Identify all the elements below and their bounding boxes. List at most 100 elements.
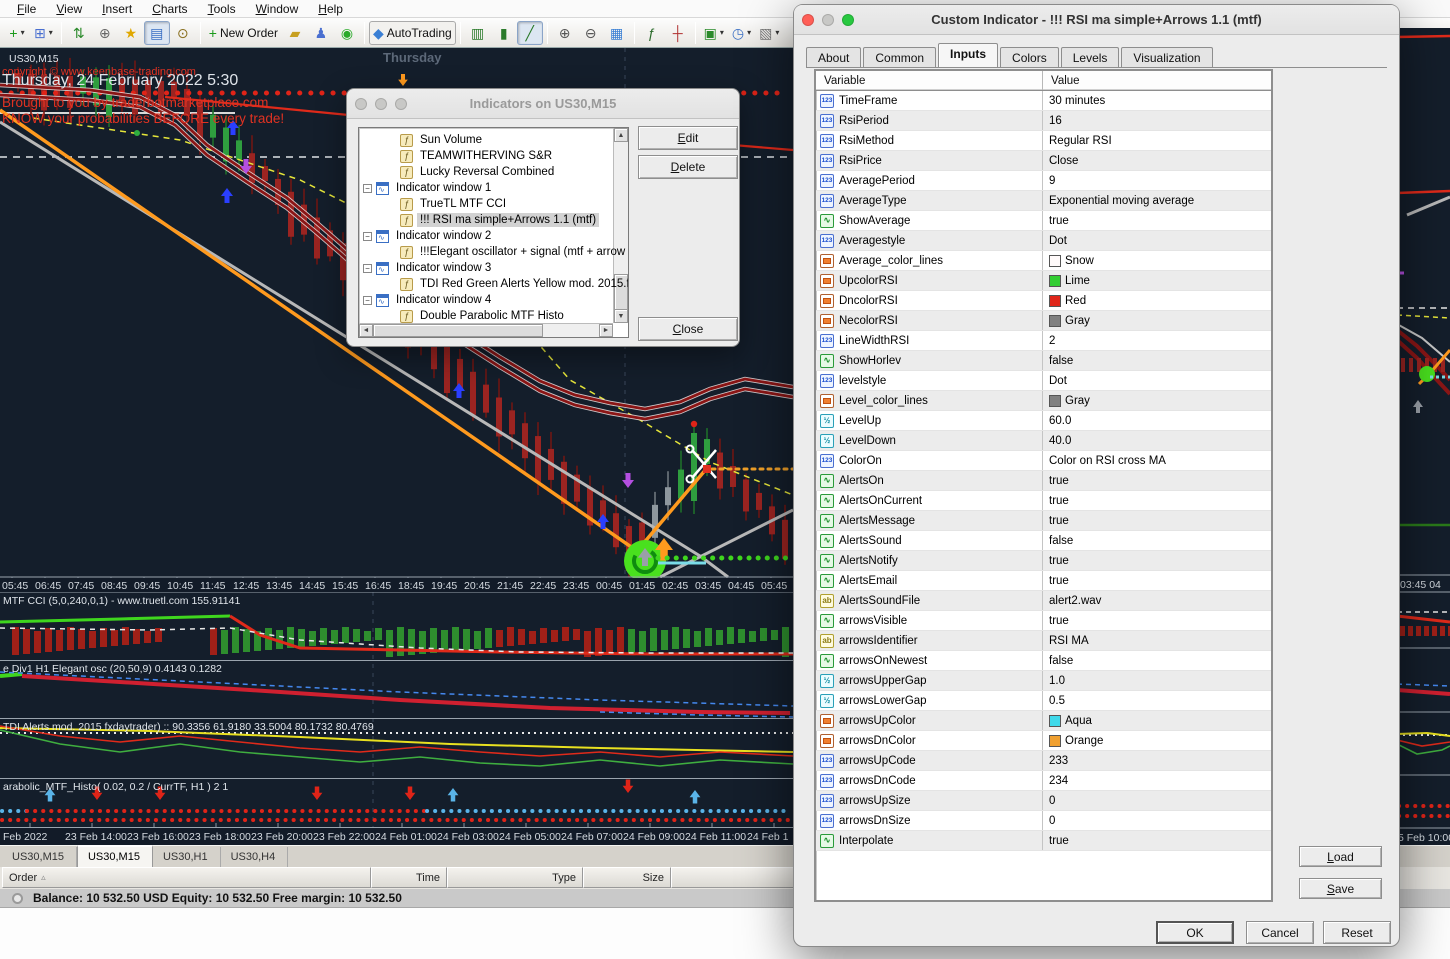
tree-indicator-item[interactable]: ƒLucky Reversal Combined xyxy=(400,164,557,180)
tree-indicator-item[interactable]: ƒ!!!Elegant oscillator + signal (mtf + a… xyxy=(400,244,628,260)
param-row[interactable]: abAlertsSoundFilealert2.wav xyxy=(816,591,1271,611)
param-value-cell[interactable]: 40.0 xyxy=(1043,431,1271,450)
param-value-cell[interactable]: Aqua xyxy=(1043,711,1271,730)
param-value-cell[interactable]: true xyxy=(1043,571,1271,590)
deposit-icon[interactable]: ▰ xyxy=(282,21,308,45)
chart-updown-icon[interactable]: ⇅ xyxy=(66,21,92,45)
param-value-cell[interactable]: Exponential moving average xyxy=(1043,191,1271,210)
param-row[interactable]: 123RsiMethodRegular RSI xyxy=(816,131,1271,151)
param-value-cell[interactable]: true xyxy=(1043,491,1271,510)
param-value-cell[interactable]: false xyxy=(1043,651,1271,670)
expert-advisors-icon[interactable]: ♟ xyxy=(308,21,334,45)
variable-column-header[interactable]: Variable xyxy=(816,71,1043,90)
menu-item-help[interactable]: Help xyxy=(309,1,352,17)
periods-button[interactable]: ◷▾ xyxy=(728,21,755,45)
param-row[interactable]: 123LineWidthRSI2 xyxy=(816,331,1271,351)
param-value-cell[interactable]: Lime xyxy=(1043,271,1271,290)
delete-button[interactable]: Delete xyxy=(638,155,738,179)
param-row[interactable]: ∿AlertsNotifytrue xyxy=(816,551,1271,571)
background-chart-strip[interactable]: 03:45 04 5 Feb 10:00 xyxy=(1397,28,1450,845)
param-value-cell[interactable]: true xyxy=(1043,211,1271,230)
line-chart-button[interactable]: ╱ xyxy=(517,21,543,45)
cancel-button[interactable]: Cancel xyxy=(1246,921,1314,944)
tab-common[interactable]: Common xyxy=(863,47,936,68)
chart-tab-0[interactable]: US30,M15 xyxy=(2,847,77,867)
menu-item-view[interactable]: View xyxy=(47,1,91,17)
indicators-button[interactable]: ƒ xyxy=(639,21,665,45)
load-button[interactable]: Load xyxy=(1299,846,1382,867)
param-value-cell[interactable]: true xyxy=(1043,471,1271,490)
param-value-cell[interactable]: true xyxy=(1043,831,1271,850)
tree-indicator-item[interactable]: ƒSun Volume xyxy=(400,132,485,148)
param-value-cell[interactable]: Regular RSI xyxy=(1043,131,1271,150)
tree-indicator-item[interactable]: ƒDouble Parabolic MTF Histo xyxy=(400,308,567,324)
param-row[interactable]: ∿AlertsMessagetrue xyxy=(816,511,1271,531)
param-row[interactable]: 123RsiPriceClose xyxy=(816,151,1271,171)
save-button[interactable]: Save xyxy=(1299,878,1382,899)
indicators-tree[interactable]: ▲ ▼ ◄ ► ƒSun VolumeƒTEAMWITHERVING S&RƒL… xyxy=(358,127,629,338)
param-row[interactable]: ∿AlertsOnCurrenttrue xyxy=(816,491,1271,511)
param-value-cell[interactable]: false xyxy=(1043,351,1271,370)
terminal-column-order[interactable]: Order▵ xyxy=(2,867,371,888)
new-order-button[interactable]: +New Order xyxy=(205,21,282,45)
param-row[interactable]: Average_color_linesSnow xyxy=(816,251,1271,271)
param-value-cell[interactable]: 0 xyxy=(1043,791,1271,810)
param-value-cell[interactable]: 30 minutes xyxy=(1043,91,1271,110)
param-row[interactable]: 123arrowsDnSize0 xyxy=(816,811,1271,831)
menu-item-insert[interactable]: Insert xyxy=(93,1,141,17)
param-row[interactable]: 123arrowsUpSize0 xyxy=(816,791,1271,811)
tab-visualization[interactable]: Visualization xyxy=(1121,47,1212,68)
param-value-cell[interactable]: 2 xyxy=(1043,331,1271,350)
param-value-cell[interactable]: Gray xyxy=(1043,391,1271,410)
tab-levels[interactable]: Levels xyxy=(1061,47,1120,68)
menu-item-charts[interactable]: Charts xyxy=(143,1,196,17)
crosshair-icon[interactable]: ⊕ xyxy=(92,21,118,45)
favorites-icon[interactable]: ★ xyxy=(118,21,144,45)
terminal-column-type[interactable]: Type xyxy=(447,867,583,888)
param-value-cell[interactable]: alert2.wav xyxy=(1043,591,1271,610)
tree-indicator-item[interactable]: ƒTEAMWITHERVING S&R xyxy=(400,148,555,164)
param-value-cell[interactable]: true xyxy=(1043,551,1271,570)
param-row[interactable]: 123AverageTypeExponential moving average xyxy=(816,191,1271,211)
param-value-cell[interactable]: 234 xyxy=(1043,771,1271,790)
collapse-icon[interactable]: − xyxy=(363,184,372,193)
param-value-cell[interactable]: 233 xyxy=(1043,751,1271,770)
chart-tab-2[interactable]: US30,H1 xyxy=(153,847,221,867)
param-row[interactable]: 123levelstyleDot xyxy=(816,371,1271,391)
param-value-cell[interactable]: Dot xyxy=(1043,371,1271,390)
param-row[interactable]: 123TimeFrame30 minutes xyxy=(816,91,1271,111)
param-value-cell[interactable]: Color on RSI cross MA xyxy=(1043,451,1271,470)
param-row[interactable]: 123RsiPeriod16 xyxy=(816,111,1271,131)
param-row[interactable]: ½LevelDown40.0 xyxy=(816,431,1271,451)
chart-tab-1[interactable]: US30,M15 xyxy=(77,845,153,867)
value-column-header[interactable]: Value xyxy=(1043,71,1271,90)
param-value-cell[interactable]: 9 xyxy=(1043,171,1271,190)
param-value-cell[interactable]: true xyxy=(1043,511,1271,530)
param-value-cell[interactable]: Close xyxy=(1043,151,1271,170)
param-row[interactable]: ∿Interpolatetrue xyxy=(816,831,1271,851)
scroll-left-button[interactable]: ◄ xyxy=(359,324,373,337)
new-chart2-button[interactable]: ▣▾ xyxy=(700,21,728,45)
chart-shift-button[interactable]: ┼ xyxy=(665,21,691,45)
market-watch-button[interactable]: ▤ xyxy=(144,21,170,45)
param-row[interactable]: 123ColorOnColor on RSI cross MA xyxy=(816,451,1271,471)
param-value-cell[interactable]: RSI MA xyxy=(1043,631,1271,650)
tab-colors[interactable]: Colors xyxy=(1000,47,1059,68)
scroll-up-button[interactable]: ▲ xyxy=(614,128,628,142)
param-row[interactable]: ∿AlertsSoundfalse xyxy=(816,531,1271,551)
param-value-cell[interactable]: true xyxy=(1043,611,1271,630)
dialog-titlebar[interactable]: Custom Indicator - !!! RSI ma simple+Arr… xyxy=(794,5,1399,35)
tree-window-item[interactable]: −Indicator window 4 xyxy=(363,292,494,308)
param-row[interactable]: UpcolorRSILime xyxy=(816,271,1271,291)
param-row[interactable]: abarrowsIdentifier RSI MA xyxy=(816,631,1271,651)
collapse-icon[interactable]: − xyxy=(363,264,372,273)
autotrading-button[interactable]: ◆AutoTrading xyxy=(369,21,456,45)
chart-layout-button[interactable]: ⊞▾ xyxy=(30,21,57,45)
tree-window-item[interactable]: −Indicator window 2 xyxy=(363,228,494,244)
param-row[interactable]: ∿arrowsOnNewestfalse xyxy=(816,651,1271,671)
edit-button[interactable]: Edit xyxy=(638,126,738,150)
scroll-right-button[interactable]: ► xyxy=(599,324,613,337)
templates-button[interactable]: ▧▾ xyxy=(755,21,783,45)
collapse-icon[interactable]: − xyxy=(363,232,372,241)
param-row[interactable]: ½LevelUp60.0 xyxy=(816,411,1271,431)
